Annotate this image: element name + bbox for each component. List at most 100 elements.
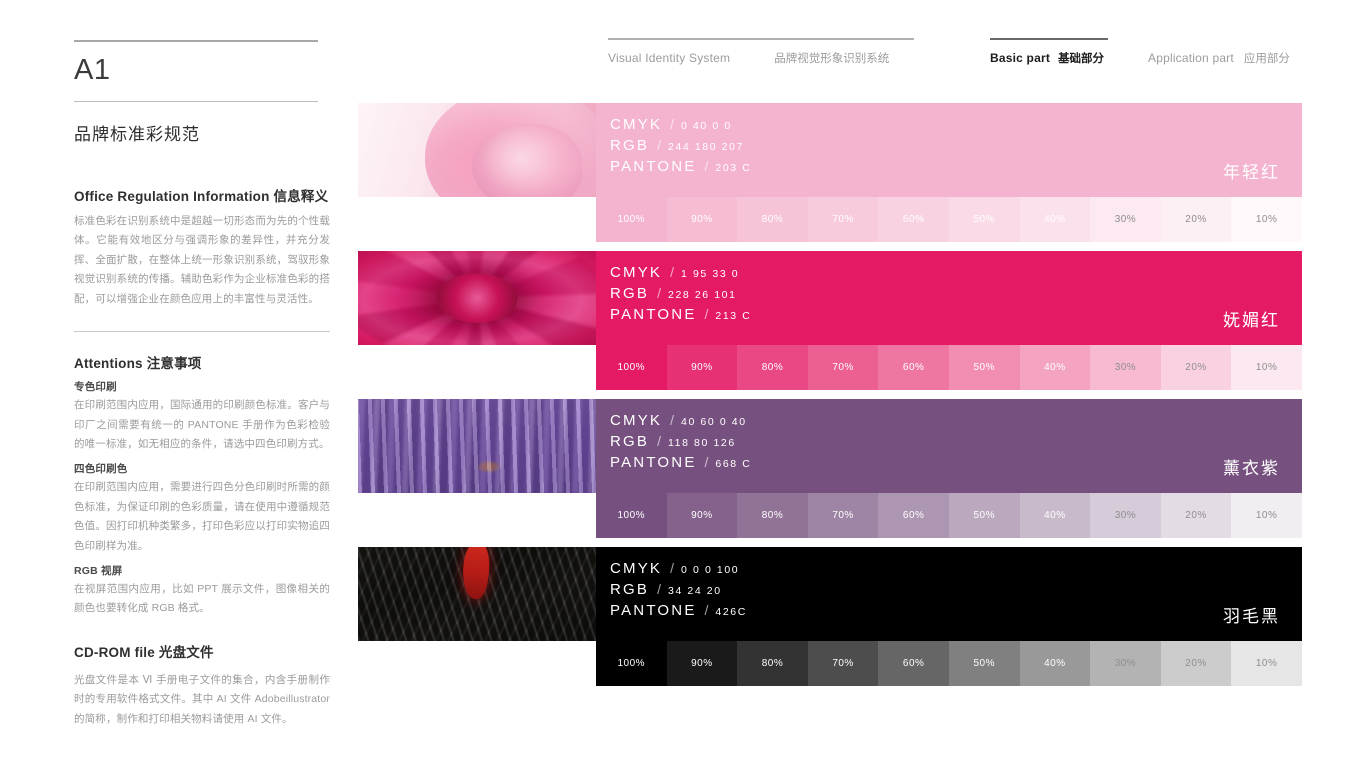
- color-swatch[interactable]: CMYK / 0 0 0 100 RGB / 34 24 20 PANTONE / 426C 羽毛…: [596, 547, 1302, 641]
- tint-scale: 100% 90% 80% 70% 60% 50% 40% 30% 20% 10%: [596, 345, 1302, 390]
- tint-step[interactable]: 80%: [737, 493, 808, 538]
- section-attentions: Attentions 注意事项 专色印刷 在印刷范围内应用，国际通用的印刷颜色标…: [74, 352, 330, 619]
- rgb-spec: RGB / 228 26 101: [610, 285, 751, 302]
- tint-step[interactable]: 30%: [1090, 197, 1161, 242]
- tint-step[interactable]: 90%: [666, 197, 738, 242]
- nav-application-part[interactable]: Application part 应用部分: [1148, 50, 1290, 66]
- nav-label-en: Application part: [1148, 51, 1234, 65]
- tint-step[interactable]: 70%: [807, 493, 879, 538]
- tint-step[interactable]: 10%: [1231, 493, 1302, 538]
- tint-step[interactable]: 40%: [1019, 197, 1091, 242]
- tint-step[interactable]: 80%: [737, 641, 808, 686]
- rgb-spec-value: 118 80 126: [668, 437, 736, 449]
- section-heading-cn: 信息释义: [273, 189, 329, 204]
- tint-step[interactable]: 50%: [948, 641, 1020, 686]
- tint-step[interactable]: 40%: [1019, 641, 1091, 686]
- rgb-spec-value: 244 180 207: [668, 141, 744, 153]
- tint-step[interactable]: 90%: [666, 345, 738, 390]
- tint-step[interactable]: 30%: [1090, 493, 1161, 538]
- tint-step[interactable]: 20%: [1160, 641, 1232, 686]
- pantone-spec-value: 203 C: [715, 162, 752, 174]
- color-swatch-row: CMYK / 0 40 0 0 RGB / 244 180 207 PANTONE / 203 …: [358, 103, 1302, 242]
- tint-step[interactable]: 30%: [1090, 345, 1161, 390]
- color-swatch[interactable]: CMYK / 1 95 33 0 RGB / 228 26 101 PANTONE / 213 …: [596, 251, 1302, 345]
- nav-active-underline: [990, 38, 1108, 40]
- tint-scale: 100% 90% 80% 70% 60% 50% 40% 30% 20% 10%: [596, 197, 1302, 242]
- rgb-spec-label: RGB: [610, 581, 650, 598]
- spec-separator: /: [657, 581, 661, 597]
- nav-visual-identity-system[interactable]: Visual Identity System 品牌视觉形象识别系统: [608, 38, 914, 66]
- page-title: 品牌标准彩规范: [74, 125, 200, 144]
- tint-step[interactable]: 70%: [807, 641, 879, 686]
- section-heading-cn: 注意事项: [146, 356, 202, 372]
- color-swatch[interactable]: CMYK / 40 60 0 40 RGB / 118 80 126 PANTONE / 668…: [596, 399, 1302, 493]
- nav-label-cn: 应用部分: [1243, 53, 1290, 65]
- spec-separator: /: [704, 158, 709, 174]
- rgb-spec: RGB / 244 180 207: [610, 137, 751, 154]
- pantone-spec-value: 213 C: [715, 310, 752, 322]
- tint-step[interactable]: 10%: [1231, 197, 1302, 242]
- tint-step[interactable]: 10%: [1231, 345, 1302, 390]
- nav-label-en: Visual Identity System: [608, 51, 731, 65]
- tint-step[interactable]: 70%: [807, 197, 879, 242]
- thumbnail-image: [358, 547, 596, 641]
- spec-separator: /: [670, 264, 675, 280]
- pantone-spec-value: 668 C: [715, 458, 752, 470]
- pantone-spec-label: PANTONE: [610, 158, 697, 175]
- nav-label-en: Basic part: [990, 51, 1051, 65]
- tint-step[interactable]: 80%: [737, 197, 808, 242]
- cmyk-spec-value: 40 60 0 40: [681, 416, 747, 428]
- tint-step[interactable]: 30%: [1090, 641, 1161, 686]
- cmyk-spec-value: 1 95 33 0: [681, 268, 740, 280]
- spec-separator: /: [657, 433, 661, 449]
- tint-step[interactable]: 40%: [1019, 345, 1091, 390]
- subsection-label: 专色印刷: [74, 381, 117, 394]
- tint-scale: 100% 90% 80% 70% 60% 50% 40% 30% 20% 10%: [596, 493, 1302, 538]
- tint-step[interactable]: 60%: [878, 345, 949, 390]
- tint-step[interactable]: 40%: [1019, 493, 1091, 538]
- spec-separator: /: [704, 454, 709, 470]
- code-underline: [74, 101, 318, 102]
- tint-step[interactable]: 60%: [878, 641, 949, 686]
- rgb-spec: RGB / 34 24 20: [610, 581, 747, 598]
- cmyk-spec: CMYK / 0 0 0 100: [610, 560, 747, 577]
- tint-step[interactable]: 20%: [1160, 197, 1232, 242]
- tint-step[interactable]: 90%: [666, 493, 738, 538]
- rose-pale-photo: [358, 103, 596, 197]
- tint-step[interactable]: 100%: [596, 641, 667, 686]
- section-paragraph: 标准色彩在识别系统中是超越一切形态而为先的个性载体。它能有效地区分与强调形象的差…: [74, 215, 330, 305]
- subsection-body: 在印刷范围内应用，需要进行四色分色印刷时所需的颜色标准，为保证印刷的色彩质量，请…: [74, 481, 330, 552]
- tint-step[interactable]: 60%: [878, 493, 949, 538]
- cmyk-spec-label: CMYK: [610, 116, 663, 133]
- cmyk-spec-value: 0 0 0 100: [681, 564, 740, 576]
- tint-step[interactable]: 80%: [737, 345, 808, 390]
- color-swatch-list: CMYK / 0 40 0 0 RGB / 244 180 207 PANTONE / 203 …: [358, 103, 1302, 695]
- color-swatch[interactable]: CMYK / 0 40 0 0 RGB / 244 180 207 PANTONE / 203 …: [596, 103, 1302, 197]
- cmyk-spec-label: CMYK: [610, 560, 663, 577]
- section-heading: CD-ROM file 光盘文件: [74, 641, 330, 661]
- section-cdrom-file: CD-ROM file 光盘文件 光盘文件是本 Ⅵ 手册电子文件的集合，内含手册…: [74, 641, 330, 729]
- tint-step[interactable]: 20%: [1160, 493, 1232, 538]
- subsection-label: 四色印刷色: [74, 463, 128, 476]
- spec-separator: /: [704, 306, 709, 322]
- pantone-spec: PANTONE / 213 C: [610, 306, 751, 323]
- tint-step[interactable]: 50%: [948, 345, 1020, 390]
- tint-step[interactable]: 100%: [596, 197, 667, 242]
- tint-step[interactable]: 50%: [948, 197, 1020, 242]
- thumbnail-image: [358, 399, 596, 493]
- pantone-spec-label: PANTONE: [610, 306, 697, 323]
- tint-step[interactable]: 70%: [807, 345, 879, 390]
- section-heading-en: CD-ROM file: [74, 644, 155, 660]
- tint-step[interactable]: 60%: [878, 197, 949, 242]
- tint-step[interactable]: 100%: [596, 345, 667, 390]
- tint-step[interactable]: 10%: [1231, 641, 1302, 686]
- subsection-body: 在印刷范围内应用，国际通用的印刷颜色标准。客户与印厂之间需要有统一的 PANTO…: [74, 399, 330, 450]
- tint-step[interactable]: 90%: [666, 641, 738, 686]
- spec-separator: /: [670, 116, 675, 132]
- tint-step[interactable]: 50%: [948, 493, 1020, 538]
- tint-step[interactable]: 100%: [596, 493, 667, 538]
- spec-separator: /: [670, 560, 675, 576]
- tint-step[interactable]: 20%: [1160, 345, 1232, 390]
- nav-label-cn: 基础部分: [1058, 53, 1105, 65]
- spec-separator: /: [657, 137, 661, 153]
